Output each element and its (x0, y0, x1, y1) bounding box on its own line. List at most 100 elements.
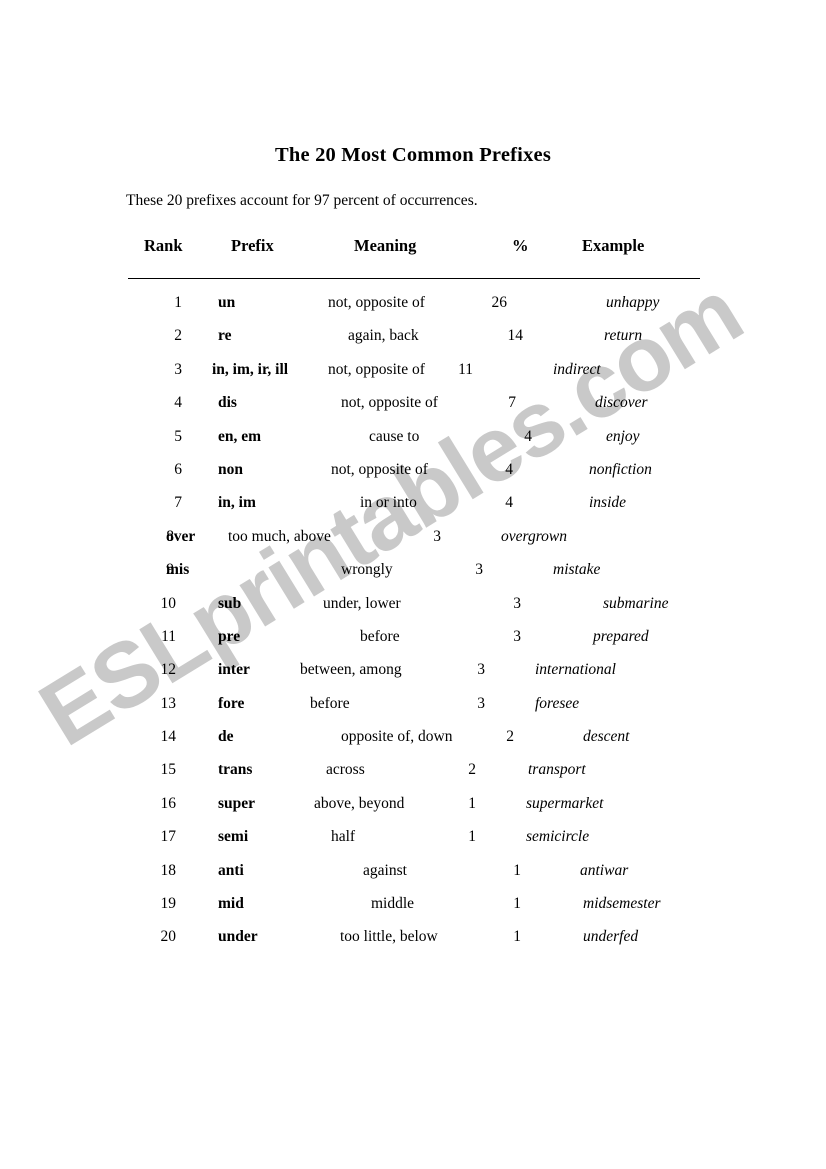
cell-prefix: semi (218, 828, 249, 846)
cell-percent: 2 (506, 728, 514, 746)
prefix-table: Rank Prefix Meaning % Example 1 un not, op… (128, 236, 700, 945)
table-body: 1 un not, opposite of 2 6 unhappy 2 re again, ba… (128, 294, 700, 962)
table-row: 14 de opposite of, down 2 descent (128, 728, 700, 761)
cell-rank: 12 (160, 661, 177, 679)
cell-percent: 3 (477, 661, 485, 679)
column-header-meaning: Meaning (354, 236, 417, 255)
cell-prefix: re (218, 327, 232, 345)
cell-meaning: in or into (360, 494, 417, 512)
table-row: 6 non not, opposite of 4 nonfiction (128, 461, 700, 494)
cell-meaning: wrongly (341, 561, 393, 579)
cell-rank: 20 (160, 928, 177, 946)
cell-meaning: not, opposite of (328, 360, 425, 378)
cell-percent: 1 (513, 928, 521, 946)
cell-percent: 3 (477, 694, 485, 712)
cell-meaning: between, among (300, 661, 402, 679)
table-row: 7 in, im in or into 4 inside (128, 494, 700, 527)
column-header-rank: Rank (144, 236, 183, 255)
cell-percent: 3 (513, 594, 521, 612)
cell-rank: 7 (174, 494, 182, 512)
cell-prefix: in, im, ir, ill (212, 360, 289, 378)
cell-example: discover (595, 394, 648, 412)
cell-prefix: super (218, 794, 256, 812)
cell-prefix: pre (218, 627, 241, 645)
cell-meaning: against (363, 861, 407, 879)
page-title: The 20 Most Common Prefixes (274, 144, 552, 166)
table-row: 13 fore before 3 foresee (128, 695, 700, 728)
cell-rank: 2 (174, 327, 182, 345)
cell-prefix: un (218, 294, 236, 311)
cell-prefix: inter (218, 661, 250, 679)
cell-prefix: en, em (218, 427, 262, 445)
cell-example: descent (583, 728, 630, 746)
cell-percent: 7 (508, 394, 516, 412)
cell-meaning: not, opposite of (328, 294, 425, 311)
cell-meaning: above, beyond (314, 794, 405, 812)
cell-meaning: again, back (348, 327, 419, 345)
table-row: 2 re again, back 14 return (128, 327, 700, 360)
cell-example: return (604, 327, 643, 345)
cell-meaning: before (360, 627, 400, 645)
cell-prefix: trans (218, 761, 253, 779)
cell-prefix: sub (218, 594, 242, 612)
cell-meaning: across (326, 761, 365, 779)
cell-percent: 1 (468, 794, 476, 812)
cell-meaning: middle (371, 895, 415, 913)
cell-example: supermarket (526, 794, 604, 812)
cell-rank: 1 (174, 294, 182, 311)
cell-percent: 3 (513, 627, 521, 645)
cell-rank: 14 (160, 728, 177, 746)
table-row: 17 semi half 1 semicircle (128, 828, 700, 861)
cell-meaning: half (331, 828, 356, 846)
table-row: 4 dis not, opposite of 7 discover (128, 394, 700, 427)
cell-percent: 2 (468, 761, 476, 779)
cell-example: submarine (603, 594, 669, 612)
cell-prefix: mis (166, 561, 190, 579)
cell-prefix: over (166, 527, 196, 545)
table-row: 20 under too little, below 1 underfed (128, 928, 700, 961)
cell-rank: 13 (160, 694, 177, 712)
cell-example: antiwar (580, 861, 629, 879)
cell-example: overgrown (501, 527, 568, 545)
cell-rank: 4 (174, 394, 182, 412)
cell-rank: 16 (160, 794, 177, 812)
cell-example: indirect (553, 360, 601, 378)
table-row: 8 over too much, above 3 overgrown (128, 528, 700, 561)
cell-example: midsemester (583, 895, 661, 913)
cell-example: underfed (583, 928, 639, 946)
column-header-example: Example (582, 236, 645, 255)
cell-prefix: de (218, 728, 234, 746)
table-row: 11 pre before 3 prepared (128, 628, 700, 661)
cell-prefix: dis (218, 394, 237, 412)
cell-rank: 11 (161, 627, 176, 645)
cell-meaning: opposite of, down (341, 728, 453, 746)
cell-rank: 3 (174, 360, 182, 378)
table-row: 18 anti against 1 antiwar (128, 862, 700, 895)
cell-meaning: too little, below (340, 928, 438, 946)
table-row: 5 en, em cause to 4 enjoy (128, 428, 700, 461)
cell-percent: 3 (433, 527, 441, 545)
cell-meaning: too much, above (228, 527, 331, 545)
table-row: 19 mid middle 1 midsemester (128, 895, 700, 928)
cell-meaning: under, lower (323, 594, 401, 612)
cell-prefix: fore (218, 694, 245, 712)
table-row: 9 mis wrongly 3 mistake (128, 561, 700, 594)
cell-example: foresee (535, 694, 580, 712)
cell-example: enjoy (606, 427, 640, 445)
column-header-percent: % (512, 236, 529, 255)
cell-prefix: mid (218, 895, 244, 913)
table-row: 1 un not, opposite of 26 unhappy (128, 294, 700, 327)
cell-rank: 17 (160, 828, 177, 846)
cell-example: nonfiction (589, 460, 652, 478)
cell-rank: 6 (174, 460, 182, 478)
cell-percent: 1 (513, 895, 521, 913)
cell-prefix: in, im (218, 494, 256, 512)
cell-meaning: not, opposite of (331, 460, 428, 478)
cell-percent: 4 (524, 427, 532, 445)
cell-rank: 15 (160, 761, 177, 779)
cell-rank: 5 (174, 427, 182, 445)
cell-example: unhappy (606, 294, 660, 311)
cell-meaning: before (310, 694, 350, 712)
cell-example: inside (589, 494, 627, 512)
cell-meaning: not, opposite of (341, 394, 438, 412)
